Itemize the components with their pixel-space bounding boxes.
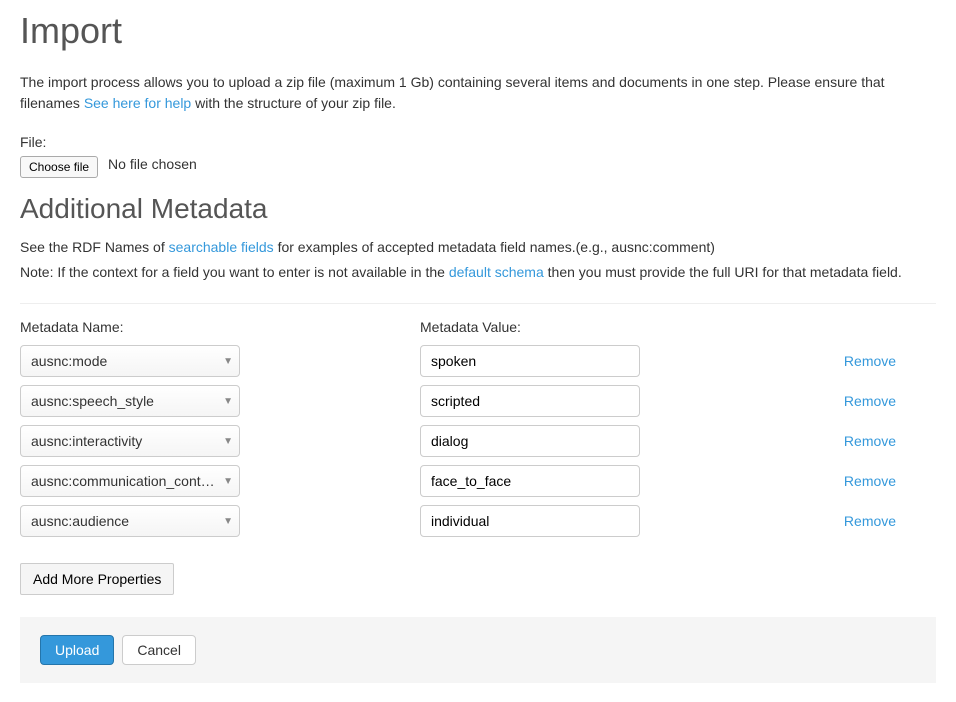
metadata-name-col: ausnc:speech_style ▼	[20, 385, 420, 417]
remove-link[interactable]: Remove	[820, 433, 920, 449]
metadata-name-select[interactable]: ausnc:mode ▼	[20, 345, 240, 377]
metadata-row: ausnc:audience ▼ Remove	[20, 505, 936, 537]
metadata-name-text: ausnc:audience	[31, 513, 217, 529]
help-link[interactable]: See here for help	[84, 95, 191, 111]
note-text-before: Note: If the context for a field you wan…	[20, 264, 449, 280]
remove-link[interactable]: Remove	[820, 513, 920, 529]
metadata-value-col	[420, 465, 820, 497]
metadata-value-input[interactable]	[420, 465, 640, 497]
metadata-value-input[interactable]	[420, 425, 640, 457]
metadata-value-col	[420, 345, 820, 377]
chevron-down-icon: ▼	[223, 356, 233, 367]
footer-bar: Upload Cancel	[20, 617, 936, 683]
file-status-text: No file chosen	[108, 156, 197, 172]
chevron-down-icon: ▼	[223, 396, 233, 407]
add-more-properties-button[interactable]: Add More Properties	[20, 563, 174, 595]
searchable-fields-link[interactable]: searchable fields	[169, 239, 274, 255]
additional-metadata-heading: Additional Metadata	[20, 193, 936, 225]
chevron-down-icon: ▼	[223, 436, 233, 447]
remove-link[interactable]: Remove	[820, 353, 920, 369]
section-divider	[20, 303, 936, 304]
metadata-name-header: Metadata Name:	[20, 319, 420, 335]
choose-file-button[interactable]: Choose file	[20, 156, 98, 178]
metadata-name-select[interactable]: ausnc:speech_style ▼	[20, 385, 240, 417]
upload-button[interactable]: Upload	[40, 635, 114, 665]
metadata-name-col: ausnc:interactivity ▼	[20, 425, 420, 457]
default-schema-link[interactable]: default schema	[449, 264, 544, 280]
metadata-name-select[interactable]: ausnc:audience ▼	[20, 505, 240, 537]
metadata-row: ausnc:speech_style ▼ Remove	[20, 385, 936, 417]
metadata-row: ausnc:mode ▼ Remove	[20, 345, 936, 377]
note-text-after: then you must provide the full URI for t…	[544, 264, 902, 280]
metadata-value-header: Metadata Value:	[420, 319, 820, 335]
metadata-rows-container: ausnc:mode ▼ Remove ausnc:speech_style ▼ Remo…	[20, 345, 936, 537]
metadata-row: ausnc:communication_cont… ▼ Remove	[20, 465, 936, 497]
metadata-row: ausnc:interactivity ▼ Remove	[20, 425, 936, 457]
metadata-name-text: ausnc:interactivity	[31, 433, 217, 449]
metadata-value-input[interactable]	[420, 505, 640, 537]
metadata-name-text: ausnc:speech_style	[31, 393, 217, 409]
metadata-name-col: ausnc:mode ▼	[20, 345, 420, 377]
chevron-down-icon: ▼	[223, 516, 233, 527]
rdf-paragraph: See the RDF Names of searchable fields f…	[20, 237, 936, 258]
metadata-value-input[interactable]	[420, 385, 640, 417]
file-label: File:	[20, 134, 936, 150]
cancel-button[interactable]: Cancel	[122, 635, 196, 665]
metadata-name-text: ausnc:communication_cont…	[31, 473, 217, 489]
metadata-value-col	[420, 425, 820, 457]
rdf-text-after: for examples of accepted metadata field …	[274, 239, 715, 255]
intro-text-after: with the structure of your zip file.	[191, 95, 396, 111]
metadata-value-col	[420, 385, 820, 417]
metadata-name-col: ausnc:audience ▼	[20, 505, 420, 537]
metadata-name-select[interactable]: ausnc:communication_cont… ▼	[20, 465, 240, 497]
metadata-headers: Metadata Name: Metadata Value:	[20, 319, 936, 335]
metadata-name-select[interactable]: ausnc:interactivity ▼	[20, 425, 240, 457]
chevron-down-icon: ▼	[223, 476, 233, 487]
metadata-value-col	[420, 505, 820, 537]
intro-paragraph: The import process allows you to upload …	[20, 72, 936, 114]
metadata-value-input[interactable]	[420, 345, 640, 377]
page-title: Import	[20, 10, 936, 52]
note-paragraph: Note: If the context for a field you wan…	[20, 262, 936, 283]
metadata-name-col: ausnc:communication_cont… ▼	[20, 465, 420, 497]
remove-link[interactable]: Remove	[820, 473, 920, 489]
file-section: File: Choose file No file chosen	[20, 134, 936, 178]
remove-link[interactable]: Remove	[820, 393, 920, 409]
metadata-name-text: ausnc:mode	[31, 353, 217, 369]
rdf-text-before: See the RDF Names of	[20, 239, 169, 255]
